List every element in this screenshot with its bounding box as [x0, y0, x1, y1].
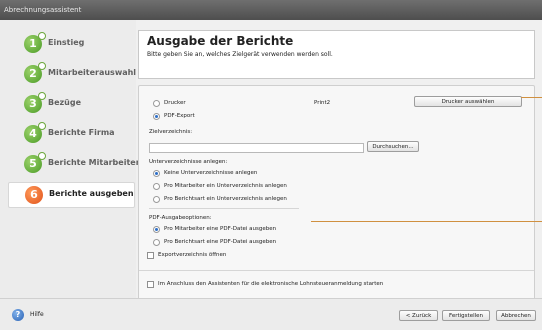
pdf-per-report-radio[interactable]: [153, 239, 160, 246]
step-bezuege[interactable]: 3 Bezüge: [8, 92, 133, 116]
back-button[interactable]: < Zurück: [399, 310, 438, 321]
check-icon: [38, 62, 46, 70]
divider: [149, 208, 299, 209]
title-bar: Abrechnungsassistent: [0, 0, 542, 20]
open-dir-label: Exportverzeichnis öffnen: [158, 252, 227, 258]
help-label[interactable]: Hilfe: [30, 311, 44, 318]
step-label: Berichte Firma: [48, 128, 115, 137]
subdir-none-radio[interactable]: [153, 170, 160, 177]
pdf-per-employee-radio[interactable]: [153, 226, 160, 233]
subdir-none-label: Keine Unterverzeichnisse anlegen: [164, 170, 258, 176]
printer-name: Print2: [314, 100, 331, 106]
pdf-export-radio[interactable]: [153, 113, 160, 120]
step-label: Einstieg: [48, 38, 85, 47]
step-mitarbeiterauswahl[interactable]: 2 Mitarbeiterauswahl: [8, 62, 137, 86]
step-label: Mitarbeiterauswahl: [48, 68, 137, 77]
subdir-per-employee-label: Pro Mitarbeiter ein Unterverzeichnis anl…: [164, 183, 287, 189]
output-options-panel: Drucker Print2 Drucker auswählen PDF-Exp…: [138, 85, 535, 327]
open-dir-checkbox[interactable]: [147, 252, 154, 259]
printer-radio[interactable]: [153, 100, 160, 107]
wizard-footer: ? Hilfe < Zurück Fertigstellen Abbrechen: [0, 298, 542, 330]
annotation-line: [311, 221, 542, 222]
page-title: Ausgabe der Berichte: [147, 34, 294, 48]
step-berichte-mitarbeiter[interactable]: 5 Berichte Mitarbeiter: [8, 152, 140, 176]
target-dir-label: Zielverzeichnis:: [149, 129, 193, 135]
subdir-heading: Unterverzeichnisse anlegen:: [149, 159, 228, 165]
select-printer-button[interactable]: Drucker auswählen: [414, 96, 522, 107]
start-assistant-checkbox[interactable]: [147, 281, 154, 288]
annotation-line: [521, 97, 542, 98]
step-number-icon: 6: [25, 186, 43, 204]
subdir-per-report-radio[interactable]: [153, 196, 160, 203]
printer-label: Drucker: [164, 100, 186, 106]
step-berichte-firma[interactable]: 4 Berichte Firma: [8, 122, 133, 146]
page-subtitle: Bitte geben Sie an, welches Zielgerät ve…: [147, 51, 333, 58]
step-label: Bezüge: [48, 98, 82, 107]
target-dir-input[interactable]: [149, 143, 364, 153]
check-icon: [38, 32, 46, 40]
step-label: Berichte ausgeben: [49, 189, 134, 198]
check-icon: [38, 152, 46, 160]
subdir-per-report-label: Pro Berichtsart ein Unterverzeichnis anl…: [164, 196, 287, 202]
cancel-button[interactable]: Abbrechen: [496, 310, 536, 321]
wizard-steps-sidebar: 1 Einstieg 2 Mitarbeiterauswahl 3 Bezüge…: [0, 20, 140, 298]
wizard-window: Abrechnungsassistent 1 Einstieg 2 Mitarb…: [0, 0, 542, 330]
help-icon[interactable]: ?: [12, 309, 24, 321]
step-einstieg[interactable]: 1 Einstieg: [8, 32, 133, 56]
pdf-options-heading: PDF-Ausgabeoptionen:: [149, 215, 212, 221]
start-assistant-label: Im Anschluss den Assistenten für die ele…: [158, 281, 384, 287]
step-berichte-ausgeben[interactable]: 6 Berichte ausgeben: [8, 182, 135, 208]
divider: [139, 270, 534, 271]
finish-button[interactable]: Fertigstellen: [442, 310, 490, 321]
pdf-per-employee-label: Pro Mitarbeiter eine PDF-Datei ausgeben: [164, 226, 277, 232]
check-icon: [38, 92, 46, 100]
check-icon: [38, 122, 46, 130]
pdf-per-report-label: Pro Berichtsart eine PDF-Datei ausgeben: [164, 239, 277, 245]
page-header: Ausgabe der Berichte Bitte geben Sie an,…: [138, 30, 535, 79]
pdf-export-label: PDF-Export: [164, 113, 195, 119]
browse-button[interactable]: Durchsuchen...: [367, 141, 419, 152]
window-title: Abrechnungsassistent: [4, 6, 82, 14]
subdir-per-employee-radio[interactable]: [153, 183, 160, 190]
step-label: Berichte Mitarbeiter: [48, 158, 140, 167]
wizard-content: Ausgabe der Berichte Bitte geben Sie an,…: [138, 30, 535, 327]
